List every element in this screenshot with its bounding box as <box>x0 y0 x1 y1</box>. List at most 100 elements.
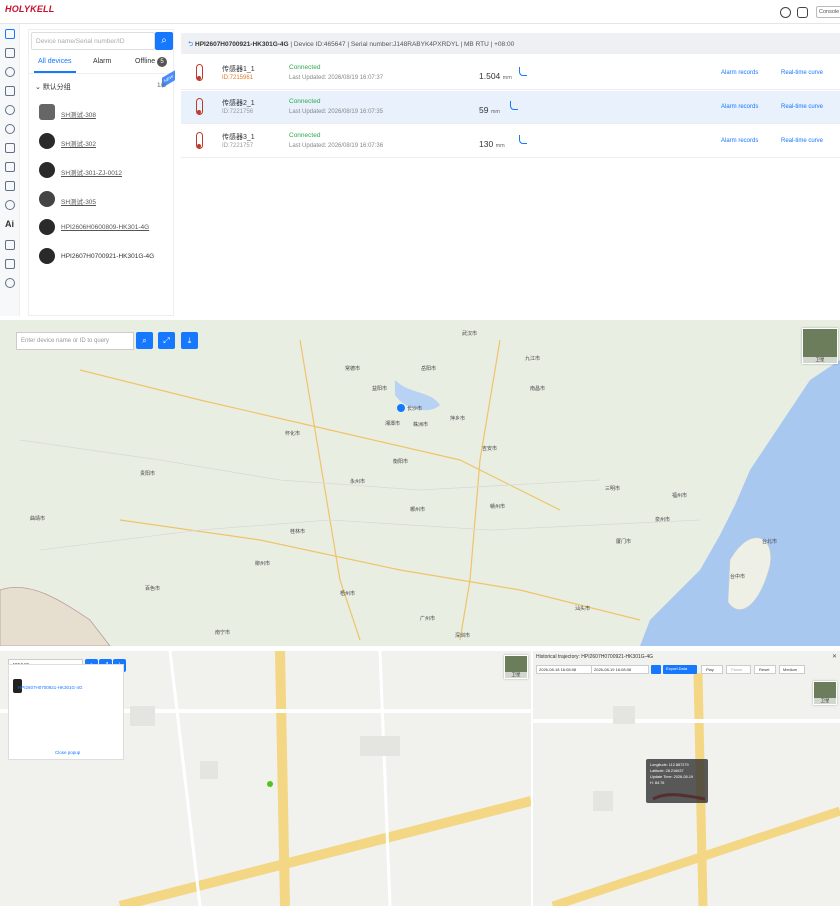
user-icon[interactable] <box>5 124 15 134</box>
alarm-records-link[interactable]: Alarm records <box>721 70 758 76</box>
realtime-curve-link[interactable]: Real-time curve <box>781 70 823 76</box>
list-icon[interactable] <box>5 48 15 58</box>
offline-count-badge: 5 <box>157 57 167 67</box>
reset-button[interactable]: Reset <box>754 665 776 674</box>
people-icon[interactable] <box>5 278 15 288</box>
pause-button[interactable]: Pause <box>726 665 751 674</box>
device-title: HPI2607H0700921-HK301G-4G <box>195 41 289 48</box>
device-list-item[interactable]: SH测试-305 <box>39 191 173 213</box>
download-button[interactable]: ⤓ <box>181 332 198 349</box>
map-device-search-input[interactable]: Enter device name or ID to query <box>16 332 134 350</box>
map-search-button[interactable]: ⌕ <box>136 332 153 349</box>
export-data-button[interactable]: Export Data <box>663 665 697 674</box>
monitor-icon[interactable] <box>5 29 15 39</box>
alarm-records-link[interactable]: Alarm records <box>721 138 758 144</box>
device-list-item[interactable]: SH测试-301-ZJ-0012 <box>39 162 173 184</box>
serial-number: Serial number:J148RABYK4PXRDYL <box>350 41 459 48</box>
satellite-toggle[interactable]: 卫星 <box>813 681 837 705</box>
settings-icon[interactable] <box>5 86 15 96</box>
device-name[interactable]: SH测试-305 <box>61 196 96 206</box>
device-search-input[interactable]: Device name/Serial number/ID <box>31 32 155 50</box>
device-image <box>39 104 55 120</box>
city-label: 吉安市 <box>482 446 498 452</box>
alarm-records-link[interactable]: Alarm records <box>721 104 758 110</box>
device-image <box>39 162 55 178</box>
sensor-id: ID:7221757 <box>222 143 254 149</box>
trend-icon[interactable] <box>510 101 518 110</box>
palette-icon[interactable] <box>780 7 791 18</box>
city-label: 郴州市 <box>410 507 426 513</box>
tab-alarm[interactable]: Alarm <box>93 58 111 65</box>
province-map[interactable]: Enter device name or ID to query ⌕ ⤢ ⤓ 卫… <box>0 320 840 646</box>
value-number: 59 <box>479 105 489 115</box>
realtime-curve-link[interactable]: Real-time curve <box>781 104 823 110</box>
console-button[interactable]: Console <box>816 6 840 18</box>
screen-icon[interactable] <box>5 240 15 250</box>
sensor-row[interactable]: 传感器3_1 ID:7221757 Connected Last Updated… <box>181 125 840 158</box>
satellite-toggle[interactable]: 卫星 <box>802 328 838 364</box>
city-label: 赣州市 <box>490 504 506 510</box>
city-label: 九江市 <box>525 356 541 362</box>
close-popup-link[interactable]: Close popup <box>55 750 80 755</box>
city-label: 衡阳市 <box>393 459 409 465</box>
city-label: 株洲市 <box>413 422 429 428</box>
top-bar: HOLYKELL Console <box>0 0 840 24</box>
device-name[interactable]: SH测试-302 <box>61 138 96 148</box>
map-background <box>0 339 840 646</box>
fullscreen-button[interactable]: ⤢ <box>158 332 175 349</box>
connection-status: Connected <box>289 98 321 105</box>
device-icon[interactable] <box>5 162 15 172</box>
value-unit: mm <box>502 75 512 81</box>
sensor-row[interactable]: 传感器1_1 ID:7215961 Connected Last Updated… <box>181 57 840 90</box>
tab-offline[interactable]: Offline <box>135 58 155 65</box>
sensor-header-info: ⮌ HPI2607H0700921-HK301G-4G | Device ID:… <box>188 41 515 48</box>
chart-icon[interactable] <box>5 181 15 191</box>
city-label: 益阳市 <box>372 386 388 392</box>
location-icon[interactable] <box>5 67 15 77</box>
city-label: 岳阳市 <box>421 366 437 372</box>
device-name[interactable]: SH测试-308 <box>61 109 96 119</box>
search-icon: ⌕ <box>142 336 147 345</box>
popup-device-link[interactable]: HPI2607H0700921-HK301G-4G <box>18 685 83 690</box>
realtime-curve-link[interactable]: Real-time curve <box>781 138 823 144</box>
device-image <box>39 191 55 207</box>
satellite-toggle[interactable]: 卫星 <box>504 655 528 679</box>
ai-icon[interactable]: Ai <box>5 219 14 229</box>
group-label: 默认分组 <box>42 84 71 91</box>
tab-all-devices[interactable]: All devices <box>38 58 71 65</box>
city-label: 武汉市 <box>462 331 478 337</box>
globe-icon[interactable] <box>5 105 15 115</box>
date-from-input[interactable]: 2026-08-18 16:08:08 <box>536 665 594 674</box>
city-label: 曲靖市 <box>30 516 46 522</box>
date-to-input[interactable]: 2026-08-19 16:08:08 <box>591 665 649 674</box>
device-list-item[interactable]: SH测试-308 <box>39 104 173 126</box>
device-name[interactable]: SH测试-301-ZJ-0012 <box>61 167 122 177</box>
calendar-icon[interactable] <box>5 259 15 269</box>
back-icon[interactable]: ⮌ <box>188 41 195 48</box>
sensor-row[interactable]: 传感器2_1 ID:7221756 Connected Last Updated… <box>181 91 840 124</box>
city-label: 百色市 <box>145 586 161 592</box>
last-updated: Last Updated: 2026/08/19 16:07:37 <box>289 75 384 81</box>
language-icon[interactable] <box>797 7 808 18</box>
device-name[interactable]: HPI2606H0600809-HK301-4G <box>61 224 149 231</box>
sensor-name: 传感器2_1 <box>222 100 255 107</box>
report-icon[interactable] <box>5 143 15 153</box>
city-label: 三明市 <box>605 486 621 492</box>
city-label: 深圳市 <box>455 633 471 639</box>
device-list-item[interactable]: HPI2606H0600809-HK301-4G <box>39 219 173 241</box>
device-group-row[interactable]: ⌄ 默认分组 <box>35 82 169 92</box>
device-list-item[interactable]: SH测试-302 <box>39 133 173 155</box>
trend-icon[interactable] <box>519 135 527 144</box>
city-label: 湘潭市 <box>385 421 401 427</box>
device-name[interactable]: HPI2607H0700921-HK301G-4G <box>61 253 154 260</box>
speed-select[interactable]: Medium <box>779 665 805 674</box>
close-icon[interactable]: ✕ <box>832 653 837 660</box>
trend-icon[interactable] <box>519 67 527 76</box>
play-button[interactable]: Play <box>701 665 723 674</box>
search-button[interactable]: ⌕ <box>155 32 173 50</box>
query-button[interactable] <box>651 665 661 674</box>
cloud-icon[interactable] <box>5 200 15 210</box>
device-panel: Device name/Serial number/ID ⌕ All devic… <box>28 29 175 316</box>
city-label: 常德市 <box>345 366 361 372</box>
device-list-item[interactable]: HPI2607H0700921-HK301G-4G <box>39 248 173 270</box>
